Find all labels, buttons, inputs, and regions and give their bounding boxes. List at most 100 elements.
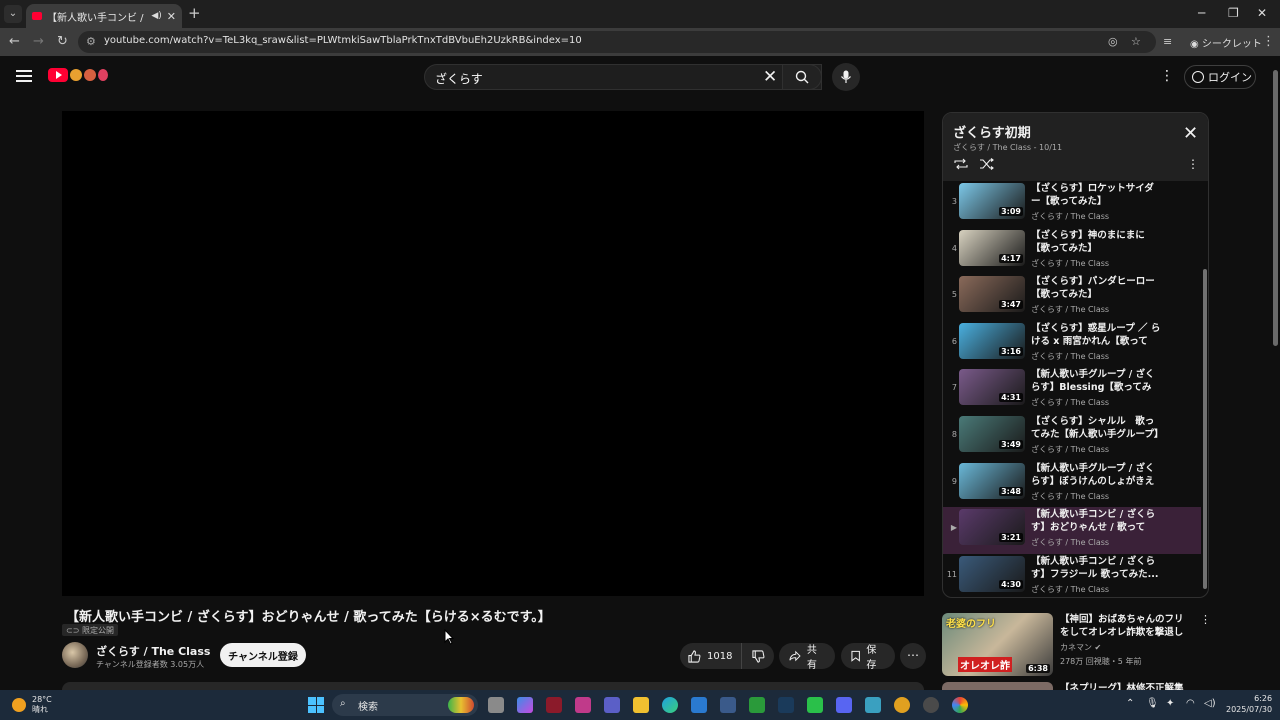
browser-menu-icon[interactable]: ⋮	[1262, 34, 1275, 49]
steam-icon[interactable]	[778, 697, 794, 713]
playlist-item-current[interactable]: ▶ 3:21 【新人歌い手コンビ / ざくらす】おどりゃんせ / 歌ってみ...…	[943, 507, 1201, 554]
line-icon[interactable]	[807, 697, 823, 713]
search-input[interactable]	[435, 69, 755, 87]
address-bar[interactable]: ⚙ youtube.com/watch?v=TeL3kq_sraw&list=P…	[78, 31, 1156, 53]
edge-icon[interactable]	[662, 697, 678, 713]
login-button[interactable]: ログイン	[1184, 65, 1256, 89]
video-thumbnail[interactable]	[942, 682, 1053, 690]
app-icon[interactable]	[894, 697, 910, 713]
share-button[interactable]: 共有	[779, 643, 835, 671]
wifi-icon[interactable]: ◠	[1186, 698, 1195, 709]
incognito-indicator[interactable]: ◉ シークレット	[1190, 35, 1262, 50]
playlist-item[interactable]: 5 3:47 【ざくらす】パンダヒーロー【歌ってみた】 ざくらす / The C…	[943, 274, 1201, 321]
mail-icon[interactable]	[691, 697, 707, 713]
recommended-title[interactable]: 【ネプリーグ】林修不正解集	[1060, 682, 1184, 690]
playlist-item[interactable]: 11 4:30 【新人歌い手コンビ / ざくらす】フラジール 歌ってみた... …	[943, 554, 1201, 597]
app-icon[interactable]	[575, 697, 591, 713]
tab-search-button[interactable]: ⌄	[4, 5, 22, 23]
shuffle-icon[interactable]	[979, 158, 995, 170]
new-tab-button[interactable]: +	[188, 5, 202, 21]
store-icon[interactable]	[720, 697, 736, 713]
app-icon[interactable]	[546, 697, 562, 713]
file-explorer-icon[interactable]	[633, 697, 649, 713]
playlist-item[interactable]: 7 4:31 【新人歌い手グループ / ざくらす】Blessing【歌ってみた】…	[943, 367, 1201, 414]
item-title[interactable]: 【ざくらす】神のまにまに【歌ってみた】	[1031, 229, 1163, 255]
playlist-item[interactable]: 9 3:48 【新人歌い手グループ / ざくらす】ぼうけんのしょがきえま... …	[943, 461, 1201, 508]
recommended-video[interactable]: 老婆のフリ オレオレ詐 6:38 【神回】おばあちゃんのフリをしてオレオレ詐欺を…	[942, 613, 1212, 677]
video-thumbnail[interactable]: 3:49	[959, 415, 1025, 452]
app-tray-icon[interactable]: ✦	[1166, 698, 1174, 709]
close-playlist-icon[interactable]: ✕	[1183, 125, 1198, 143]
save-button[interactable]: 保存	[841, 643, 895, 671]
item-title[interactable]: 【新人歌い手グループ / ざくらす】Blessing【歌ってみた】	[1031, 368, 1163, 394]
playlist-scrollbar[interactable]	[1201, 181, 1208, 597]
weather-widget[interactable]: 28°C 晴れ	[12, 695, 52, 715]
video-thumbnail[interactable]: 3:16	[959, 322, 1025, 359]
microphone-tray-icon[interactable]: 🎙	[1146, 698, 1159, 709]
search-button[interactable]	[782, 64, 822, 90]
playlist-item[interactable]: 4 4:17 【ざくらす】神のまにまに【歌ってみた】 ざくらす / The Cl…	[943, 228, 1201, 275]
forward-arrow-icon[interactable]: →	[33, 34, 44, 50]
bookmark-star-icon[interactable]: ☆	[1131, 35, 1141, 48]
channel-avatar[interactable]	[62, 642, 88, 668]
loop-icon[interactable]	[953, 158, 969, 170]
dislike-button[interactable]	[742, 649, 774, 663]
teams-icon[interactable]	[604, 697, 620, 713]
subscribe-button[interactable]: チャンネル登録	[220, 643, 306, 667]
item-title[interactable]: 【ざくらす】ロケットサイダー【歌ってみた】	[1031, 182, 1163, 208]
page-scrollbar[interactable]	[1271, 62, 1280, 690]
video-thumbnail[interactable]: 4:17	[959, 229, 1025, 266]
url-text[interactable]: youtube.com/watch?v=TeL3kq_sraw&list=PLW…	[104, 35, 582, 46]
browser-tab-active[interactable]: 【新人歌い手コンビ / ざくらす】おどりゃんせ ◀) ✕	[26, 4, 182, 28]
window-close-icon[interactable]: ✕	[1257, 6, 1267, 20]
recommended-video[interactable]: 【ネプリーグ】林修不正解集	[942, 682, 1212, 690]
playlist-menu-icon[interactable]: ⋮	[1187, 157, 1199, 171]
tray-overflow-icon[interactable]: ⌃	[1126, 698, 1134, 709]
settings-menu-icon[interactable]: ⋮	[1160, 68, 1174, 84]
item-title[interactable]: 【ざくらす】パンダヒーロー【歌ってみた】	[1031, 275, 1163, 301]
maximize-icon[interactable]: ❐	[1228, 6, 1239, 20]
item-title[interactable]: 【ざくらす】惑星ループ ／ らける x 雨宮かれん【歌ってみ...	[1031, 322, 1163, 348]
playlist-scrollbar-thumb[interactable]	[1203, 269, 1207, 589]
video-thumbnail[interactable]: 3:09	[959, 183, 1025, 219]
reload-icon[interactable]: ↻	[57, 34, 68, 50]
playlist-title[interactable]: ざくらす初期	[953, 122, 1031, 141]
site-info-icon[interactable]: ⚙	[86, 35, 96, 48]
reading-list-icon[interactable]: ≡	[1163, 34, 1172, 50]
video-player[interactable]	[62, 111, 924, 596]
minimize-icon[interactable]: ─	[1198, 6, 1205, 20]
start-button[interactable]	[308, 697, 324, 713]
discord-icon[interactable]	[836, 697, 852, 713]
back-arrow-icon[interactable]: ←	[9, 34, 20, 50]
more-actions-button[interactable]: ⋯	[900, 643, 926, 669]
audio-playing-icon[interactable]: ◀)	[151, 11, 161, 21]
voice-search-button[interactable]	[832, 63, 860, 91]
clear-search-icon[interactable]: ✕	[763, 67, 777, 87]
video-thumbnail[interactable]: 老婆のフリ オレオレ詐 6:38	[942, 613, 1053, 676]
recommended-title[interactable]: 【神回】おばあちゃんのフリをしてオレオレ詐欺を撃退して...	[1060, 613, 1190, 639]
video-thumbnail[interactable]: 4:31	[959, 369, 1025, 406]
item-title[interactable]: 【新人歌い手コンビ / ざくらす】フラジール 歌ってみた...	[1031, 555, 1163, 581]
xbox-icon[interactable]	[749, 697, 765, 713]
playlist-item[interactable]: 8 3:49 【ざくらす】シャルル 歌ってみた【新人歌い手グループ】 ざくらす …	[943, 414, 1201, 461]
tab-close-icon[interactable]: ✕	[167, 10, 176, 23]
page-scrollbar-thumb[interactable]	[1273, 70, 1278, 346]
playlist-item[interactable]: 3 3:09 【ざくらす】ロケットサイダー【歌ってみた】 ざくらす / The …	[943, 181, 1201, 228]
task-view-icon[interactable]	[488, 697, 504, 713]
taskbar-search[interactable]: ⌕ 検索	[332, 694, 478, 716]
eye-off-icon[interactable]: ◎	[1108, 35, 1118, 48]
video-thumbnail[interactable]: 3:48	[959, 462, 1025, 499]
notepad-icon[interactable]	[865, 697, 881, 713]
video-thumbnail[interactable]: 3:47	[959, 276, 1025, 313]
video-thumbnail[interactable]: 4:30	[959, 555, 1025, 592]
system-clock[interactable]: 6:26 2025/07/30	[1226, 693, 1272, 715]
app-icon[interactable]	[923, 697, 939, 713]
item-title[interactable]: 【新人歌い手グループ / ざくらす】ぼうけんのしょがきえま...	[1031, 462, 1163, 488]
item-title[interactable]: 【新人歌い手コンビ / ざくらす】おどりゃんせ / 歌ってみ...	[1031, 508, 1163, 534]
guide-menu-icon[interactable]	[16, 70, 32, 82]
copilot-icon[interactable]	[517, 697, 533, 713]
recommended-channel[interactable]: カネマン ✔	[1060, 642, 1101, 653]
item-title[interactable]: 【ざくらす】シャルル 歌ってみた【新人歌い手グループ】	[1031, 415, 1163, 441]
channel-name[interactable]: ざくらす / The Class	[96, 643, 210, 659]
youtube-logo[interactable]	[48, 68, 108, 82]
